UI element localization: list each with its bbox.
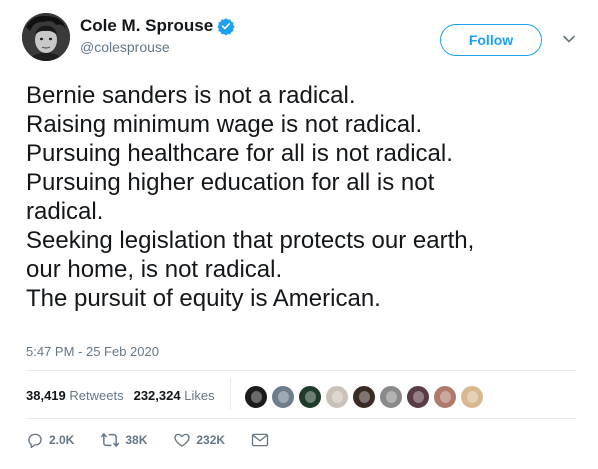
liker-avatar-face <box>386 391 397 403</box>
stats-separator <box>230 378 231 410</box>
liker-avatar-face <box>305 391 316 403</box>
tweet-timestamp[interactable]: 5:47 PM - 25 Feb 2020 <box>26 344 159 360</box>
reply-button[interactable]: 2.0K <box>26 431 74 449</box>
retweets-label: Retweets <box>69 388 124 403</box>
liker-avatar-7[interactable] <box>406 385 430 409</box>
retweet-icon <box>100 431 120 449</box>
direct-message-button[interactable] <box>251 432 269 448</box>
tweet-line: Seeking legislation that protects our ea… <box>26 227 475 254</box>
user-handle[interactable]: @colesprouse <box>80 39 235 56</box>
liker-avatars <box>244 385 484 409</box>
tweet-line: Raising minimum wage is not radical. <box>26 111 423 138</box>
user-info: Cole M. Sprouse @colesprouse <box>80 16 235 56</box>
liker-avatar-1[interactable] <box>244 385 268 409</box>
tweet-line: Bernie sanders is not a radical. <box>26 82 356 109</box>
profile-avatar[interactable] <box>22 13 70 61</box>
liker-avatar-face <box>359 391 370 403</box>
retweet-button[interactable]: 38K <box>100 431 147 449</box>
likes-stat[interactable]: 232,324 Likes <box>134 388 215 404</box>
display-name[interactable]: Cole M. Sprouse <box>80 16 213 36</box>
liker-avatar-2[interactable] <box>271 385 295 409</box>
liker-avatar-4[interactable] <box>325 385 349 409</box>
chevron-down-icon[interactable] <box>560 30 578 48</box>
display-name-row[interactable]: Cole M. Sprouse <box>80 16 235 36</box>
follow-button[interactable]: Follow <box>440 24 542 56</box>
tweet-line: radical. <box>26 198 104 225</box>
liker-avatar-9[interactable] <box>460 385 484 409</box>
liker-avatar-face <box>251 391 262 403</box>
liker-avatar-face <box>440 391 451 403</box>
heart-icon <box>173 431 191 449</box>
like-button[interactable]: 232K <box>173 431 225 449</box>
tweet-line: our home, is not radical. <box>26 256 283 283</box>
retweets-count: 38,419 <box>26 388 66 403</box>
liker-avatar-5[interactable] <box>352 385 376 409</box>
liker-avatar-6[interactable] <box>379 385 403 409</box>
retweet-count: 38K <box>125 433 148 447</box>
like-count: 232K <box>196 433 226 447</box>
likes-label: Likes <box>184 388 215 403</box>
liker-avatar-face <box>278 391 289 403</box>
tweet-line: Pursuing healthcare for all is not radic… <box>26 140 453 167</box>
verified-badge-icon <box>217 17 235 36</box>
tweet-stats: 38,419 Retweets 232,324 Likes <box>26 388 215 404</box>
tweet-card: Cole M. Sprouse @colesprouse Follow Bern… <box>0 0 598 469</box>
liker-avatar-face <box>467 391 478 403</box>
liker-avatar-8[interactable] <box>433 385 457 409</box>
tweet-line: Pursuing higher education for all is not <box>26 169 435 196</box>
reply-icon <box>26 431 44 449</box>
divider <box>26 370 576 371</box>
likes-count: 232,324 <box>133 388 181 403</box>
liker-avatar-3[interactable] <box>298 385 322 409</box>
tweet-text: Bernie sanders is not a radical. Raising… <box>26 81 582 313</box>
tweet-line: The pursuit of equity is American. <box>26 285 381 312</box>
divider <box>26 418 576 419</box>
direct-message-icon <box>251 432 269 448</box>
liker-avatar-face <box>413 391 424 403</box>
reply-count: 2.0K <box>49 433 75 447</box>
retweets-stat[interactable]: 38,419 Retweets <box>26 388 124 404</box>
liker-avatar-face <box>332 391 343 403</box>
tweet-actions: 2.0K 38K 232K <box>26 431 295 449</box>
